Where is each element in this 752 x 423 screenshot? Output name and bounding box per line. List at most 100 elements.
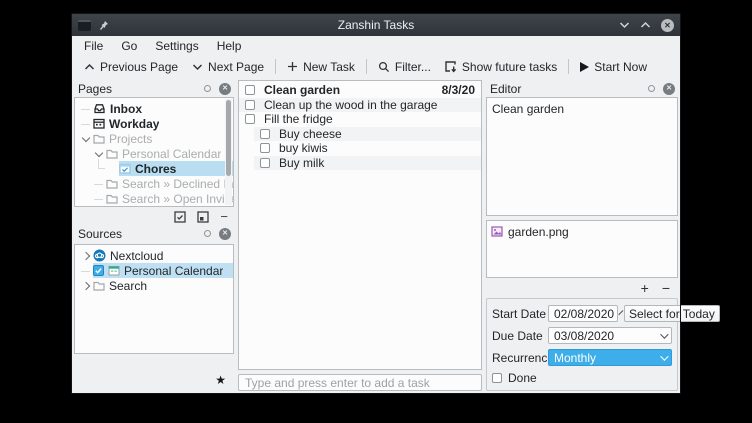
- sources-panel-header: Sources ✕: [74, 225, 234, 242]
- pages-scrollbar[interactable]: [225, 99, 232, 205]
- sidebar-item-label: Search » Open Invitations: [118, 192, 233, 206]
- task-row[interactable]: Clean up the wood in the garage: [239, 98, 481, 113]
- pin-icon[interactable]: [98, 20, 109, 31]
- calendar-week-icon: [93, 118, 105, 129]
- recurrence-select[interactable]: Monthly: [548, 349, 672, 366]
- next-page-button[interactable]: Next Page: [185, 57, 271, 77]
- start-now-button[interactable]: Start Now: [573, 57, 654, 77]
- sidebar-item-search-open[interactable]: Search » Open Invitations: [75, 191, 233, 206]
- chevron-right-icon[interactable]: [80, 278, 93, 293]
- sidebar-item-chores[interactable]: Chores: [75, 161, 233, 176]
- sidebar-item-workday[interactable]: Workday: [75, 116, 233, 131]
- sidebar-item-projects[interactable]: Projects: [75, 131, 233, 146]
- due-date-field[interactable]: 03/08/2020: [548, 327, 672, 344]
- sidebar-item-inbox[interactable]: Inbox: [75, 101, 233, 116]
- task-row[interactable]: Buy milk: [254, 156, 481, 171]
- show-future-tasks-button[interactable]: Show future tasks: [438, 57, 564, 77]
- window-title: Zanshin Tasks: [72, 18, 680, 32]
- float-panel-icon[interactable]: [648, 85, 655, 92]
- chevron-up-icon: [84, 63, 95, 71]
- editor-panel: Editor ✕ Clean garden garden.png + −: [486, 80, 678, 391]
- task-title: Clean up the wood in the garage: [255, 98, 475, 112]
- branch-guide: [80, 116, 93, 131]
- attachment-list[interactable]: garden.png: [486, 220, 678, 278]
- pages-panel-header: Pages ✕: [74, 80, 234, 97]
- task-checkbox[interactable]: [245, 114, 255, 124]
- add-task-input[interactable]: [238, 374, 482, 391]
- task-row[interactable]: buy kiwis: [254, 141, 481, 156]
- editor-text-area[interactable]: Clean garden: [486, 97, 678, 216]
- sidebar-item-label: Workday: [105, 117, 159, 131]
- folder-icon: [106, 149, 118, 159]
- close-panel-icon[interactable]: ✕: [663, 83, 675, 95]
- scrollbar-thumb[interactable]: [226, 100, 231, 176]
- menu-settings[interactable]: Settings: [146, 37, 207, 55]
- start-now-label: Start Now: [594, 60, 647, 74]
- task-row[interactable]: Buy cheese: [254, 127, 481, 142]
- task-checkbox[interactable]: [260, 143, 270, 153]
- task-checkbox[interactable]: [260, 129, 270, 139]
- source-item-nextcloud[interactable]: Nextcloud: [75, 248, 233, 263]
- chevron-down-icon[interactable]: [80, 131, 93, 146]
- toolbar-separator: [568, 59, 569, 74]
- sidebar-item-label: Inbox: [106, 102, 142, 116]
- task-title: Fill the fridge: [255, 112, 475, 126]
- start-date-field[interactable]: 02/08/2020: [548, 305, 618, 322]
- titlebar[interactable]: Zanshin Tasks ✕: [72, 14, 680, 36]
- menu-go[interactable]: Go: [112, 37, 146, 55]
- recurrence-row: Recurrence Monthly: [492, 349, 672, 366]
- task-row[interactable]: Clean garden 8/3/20: [239, 83, 481, 98]
- start-date-value: 02/08/2020: [554, 307, 614, 321]
- add-context-icon[interactable]: [197, 211, 209, 223]
- attachment-buttons: + −: [486, 278, 678, 295]
- remove-page-icon[interactable]: −: [220, 212, 228, 222]
- attachment-item[interactable]: garden.png: [491, 224, 673, 239]
- done-checkbox[interactable]: [492, 373, 502, 383]
- source-item-personal-calendar[interactable]: Personal Calendar: [75, 263, 233, 278]
- task-checkbox[interactable]: [245, 85, 255, 95]
- new-task-button[interactable]: New Task: [280, 57, 362, 77]
- source-item-label: Nextcloud: [106, 249, 163, 263]
- chevron-right-icon[interactable]: [80, 248, 93, 263]
- new-task-label: New Task: [303, 60, 355, 74]
- sidebar-item-label: Chores: [131, 162, 176, 176]
- task-row[interactable]: Fill the fridge: [239, 112, 481, 127]
- menubar: File Go Settings Help: [72, 36, 680, 55]
- remove-attachment-button[interactable]: −: [662, 282, 670, 294]
- start-date-label: Start Date: [492, 307, 548, 321]
- recurrence-value: Monthly: [554, 351, 655, 365]
- close-panel-icon[interactable]: ✕: [219, 228, 231, 240]
- maximize-button[interactable]: [640, 21, 651, 29]
- task-checkbox[interactable]: [260, 158, 270, 168]
- task-title: Clean garden: [255, 83, 438, 97]
- source-item-label: Search: [105, 279, 147, 293]
- minimize-button[interactable]: [619, 21, 630, 29]
- bookmark-star-icon[interactable]: ★: [215, 375, 226, 385]
- float-panel-icon[interactable]: [204, 85, 211, 92]
- app-icon: [78, 20, 91, 31]
- checked-checkbox[interactable]: [93, 265, 104, 276]
- next-page-label: Next Page: [208, 60, 264, 74]
- add-attachment-button[interactable]: +: [641, 282, 649, 294]
- source-item-label: Personal Calendar: [120, 264, 223, 278]
- sidebar-item-search-declined[interactable]: Search » Declined Invitat...: [75, 176, 233, 191]
- select-for-today-button[interactable]: Select for Today: [624, 305, 720, 322]
- task-list: Clean garden 8/3/20 Clean up the wood in…: [238, 80, 482, 370]
- add-project-icon[interactable]: [174, 211, 186, 223]
- sidebar-item-label: Projects: [105, 132, 152, 146]
- close-button[interactable]: ✕: [661, 19, 674, 32]
- image-icon: [491, 226, 503, 237]
- calendar-icon: [108, 265, 120, 276]
- previous-page-label: Previous Page: [100, 60, 178, 74]
- toolbar-separator: [366, 59, 367, 74]
- menu-help[interactable]: Help: [208, 37, 251, 55]
- close-panel-icon[interactable]: ✕: [219, 83, 231, 95]
- main-area: Pages ✕ Inbox Workday: [72, 78, 680, 393]
- source-item-search[interactable]: Search: [75, 278, 233, 293]
- previous-page-button[interactable]: Previous Page: [77, 57, 185, 77]
- menu-file[interactable]: File: [75, 37, 112, 55]
- due-date-value: 03/08/2020: [554, 329, 655, 343]
- filter-button[interactable]: Filter...: [371, 57, 438, 77]
- float-panel-icon[interactable]: [204, 230, 211, 237]
- task-checkbox[interactable]: [245, 100, 255, 110]
